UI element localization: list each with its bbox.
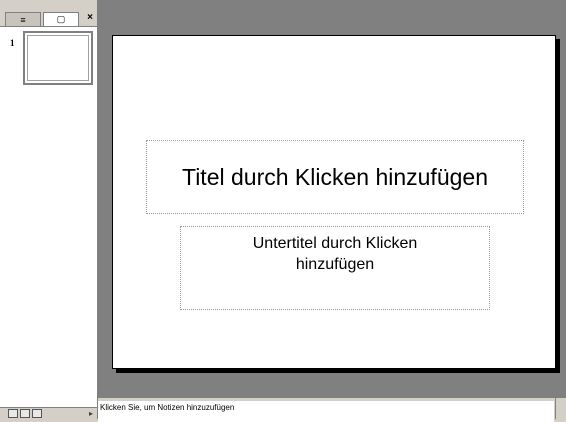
normal-view-icon[interactable] xyxy=(8,409,18,418)
close-icon[interactable]: × xyxy=(84,12,96,24)
tab-outline[interactable]: ≡ xyxy=(5,12,41,26)
notes-scrollbar[interactable] xyxy=(555,398,566,419)
subtitle-placeholder-text: Untertitel durch Klicken hinzufügen xyxy=(252,235,418,273)
notes-placeholder: Klicken Sie, um Notizen hinzuzufügen xyxy=(100,403,235,412)
scroll-right-icon[interactable]: ▸ xyxy=(89,409,93,418)
slide-number: 1 xyxy=(10,38,15,48)
tab-slides[interactable]: ▢ xyxy=(43,12,79,26)
title-placeholder-text: Titel durch Klicken hinzufügen xyxy=(182,163,488,190)
pane-tab-strip: ≡ ▢ × xyxy=(0,0,97,27)
slide-canvas[interactable]: Titel durch Klicken hinzufügen Untertite… xyxy=(112,35,556,369)
slides-icon: ▢ xyxy=(56,14,66,24)
outline-icon: ≡ xyxy=(20,14,26,25)
view-bar: ▸ xyxy=(0,407,97,419)
title-placeholder[interactable]: Titel durch Klicken hinzufügen xyxy=(146,140,524,214)
slideshow-view-icon[interactable] xyxy=(32,409,42,418)
slide-editor: Titel durch Klicken hinzufügen Untertite… xyxy=(98,0,566,398)
slide-sorter-view-icon[interactable] xyxy=(20,409,30,418)
subtitle-placeholder[interactable]: Untertitel durch Klicken hinzufügen xyxy=(180,226,490,310)
notes-pane[interactable]: Klicken Sie, um Notizen hinzuzufügen xyxy=(98,398,554,422)
slide-thumbnail[interactable] xyxy=(23,31,93,85)
slides-pane: ≡ ▢ × 1 ▸ xyxy=(0,0,98,419)
